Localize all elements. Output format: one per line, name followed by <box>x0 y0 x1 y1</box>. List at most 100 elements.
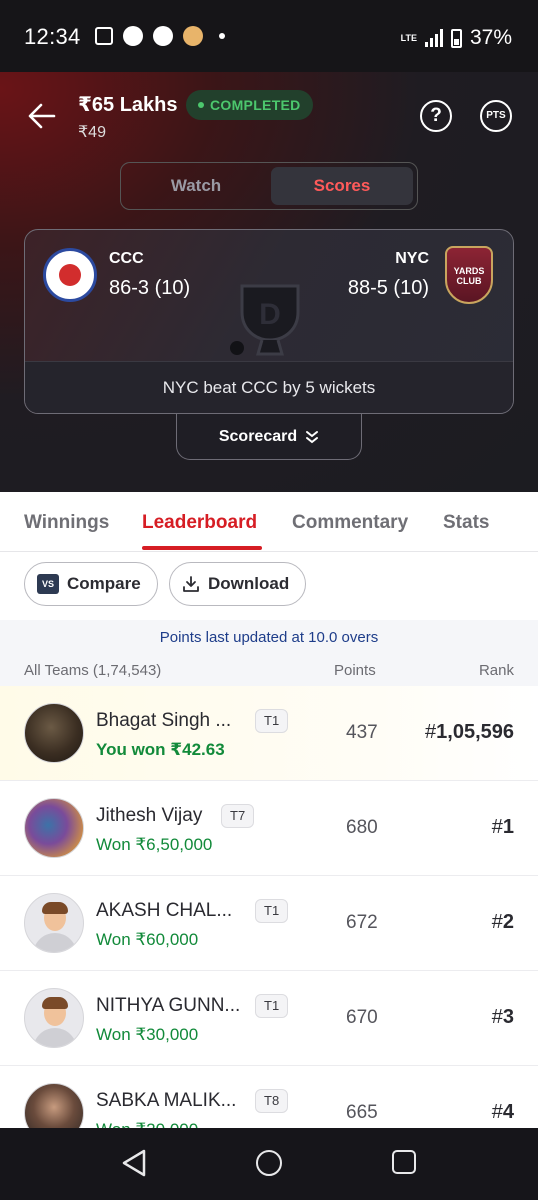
download-button[interactable]: Download <box>169 562 307 606</box>
active-tab-indicator <box>142 546 262 550</box>
avatar <box>24 893 84 953</box>
team-a-score: 86-3 (10) <box>109 277 191 299</box>
winnings-amount: Won ₹30,000 <box>96 1025 199 1044</box>
watch-scores-toggle: Watch Scores <box>120 162 418 210</box>
team-a-name: CCC <box>109 250 144 267</box>
trophy-icon: D <box>230 284 300 356</box>
winnings-amount: Won ₹60,000 <box>96 930 199 949</box>
contest-tabs: Winnings Leaderboard Commentary Stats <box>0 492 538 552</box>
tab-winnings[interactable]: Winnings <box>24 512 109 534</box>
leaderboard-row[interactable]: NITHYA GUNN... T1 Won ₹30,000 670 #3 <box>0 971 538 1066</box>
rank-number: 3 <box>502 1006 514 1028</box>
notification-icons <box>95 26 225 46</box>
nav-recents-icon[interactable] <box>392 1150 416 1174</box>
download-label: Download <box>208 574 290 593</box>
team-b-name: NYC <box>395 250 429 267</box>
leaderboard-row-own-team[interactable]: Bhagat Singh ... T1 You won ₹42.63 437 #… <box>0 686 538 781</box>
rank-number: 1 <box>502 816 514 838</box>
signal-icon <box>424 29 443 47</box>
status-dot-icon <box>198 102 204 108</box>
leaderboard-row[interactable]: Jithesh Vijay T7 Won ₹6,50,000 680 #1 <box>0 781 538 876</box>
svg-text:D: D <box>259 298 281 331</box>
player-name: SABKA MALIK... <box>96 1090 237 1111</box>
status-time: 12:34 <box>24 24 81 49</box>
points-column-header: Points <box>334 662 376 679</box>
watch-tab[interactable]: Watch <box>125 167 267 205</box>
rank-prefix: # <box>425 721 437 743</box>
nav-back-icon[interactable] <box>120 1148 148 1178</box>
tab-commentary[interactable]: Commentary <box>292 512 408 534</box>
rank-value: #3 <box>492 1006 514 1029</box>
points-value: 670 <box>346 1007 378 1028</box>
tab-stats[interactable]: Stats <box>443 512 489 534</box>
chevron-double-down-icon <box>306 430 319 443</box>
notification-app-icon <box>95 27 113 45</box>
more-notifications-dot <box>219 33 225 39</box>
nyc-logo-text: YARDS CLUB <box>453 266 485 286</box>
status-right: LTE 37% <box>401 26 512 50</box>
rank-value: #1 <box>492 816 514 839</box>
match-result: NYC beat CCC by 5 wickets <box>25 361 513 413</box>
points-value: 437 <box>346 722 378 743</box>
team-tag: T1 <box>255 994 289 1018</box>
rank-value: #1,05,596 <box>425 721 514 744</box>
points-updated-note: Points last updated at 10.0 overs <box>0 620 538 656</box>
winnings-amount: You won ₹42.63 <box>96 740 225 759</box>
rank-prefix: # <box>491 816 503 838</box>
status-bar: 12:34 LTE 37% <box>0 0 538 72</box>
compare-button[interactable]: VS Compare <box>24 562 158 606</box>
ccc-team-logo <box>43 248 97 302</box>
team-tag: T7 <box>221 804 255 828</box>
scores-tab[interactable]: Scores <box>271 167 413 205</box>
leaderboard-row[interactable]: AKASH CHAL... T1 Won ₹60,000 672 #2 <box>0 876 538 971</box>
versus-icon: VS <box>37 574 59 594</box>
app-root: 12:34 LTE 37% ₹65 Lakhs COMPLETED ₹49 ? … <box>0 0 538 1200</box>
match-score-card: CCC 86-3 (10) D NYC 88-5 (10) YARDS CLUB… <box>24 229 514 414</box>
scorecard-label: Scorecard <box>218 427 298 445</box>
system-navigation-bar <box>0 1128 538 1200</box>
rank-column-header: Rank <box>478 662 514 679</box>
points-value: 665 <box>346 1102 378 1123</box>
leaderboard-header: All Teams (1,74,543) Points Rank <box>0 656 538 686</box>
rank-prefix: # <box>491 1101 503 1123</box>
status-badge-label: COMPLETED <box>210 97 301 113</box>
rank-prefix: # <box>491 911 503 933</box>
notification-app-icon <box>123 26 143 46</box>
rank-number: 4 <box>502 1101 514 1123</box>
help-icon[interactable]: ? <box>420 100 452 132</box>
contest-header: ₹65 Lakhs COMPLETED ₹49 ? PTS <box>0 88 538 148</box>
team-tag: T1 <box>255 709 289 733</box>
rank-prefix: # <box>491 1006 503 1028</box>
team-tag: T8 <box>255 1089 289 1113</box>
player-name: AKASH CHAL... <box>96 900 233 921</box>
back-arrow-icon[interactable] <box>28 102 56 130</box>
download-icon <box>183 576 199 592</box>
notification-app-icon <box>153 26 173 46</box>
points-value: 672 <box>346 912 378 933</box>
nav-home-icon[interactable] <box>256 1150 282 1176</box>
rank-number: 1,05,596 <box>436 721 514 743</box>
all-teams-count: All Teams (1,74,543) <box>24 662 162 679</box>
scorecard-button[interactable]: Scorecard <box>176 414 362 460</box>
tab-leaderboard[interactable]: Leaderboard <box>142 512 257 534</box>
winnings-amount: Won ₹6,50,000 <box>96 835 213 854</box>
rank-number: 2 <box>502 911 514 933</box>
network-type-icon: LTE <box>400 32 417 43</box>
battery-icon <box>450 28 462 48</box>
team-tag: T1 <box>255 899 289 923</box>
rank-value: #2 <box>492 911 514 934</box>
points-value: 680 <box>346 817 378 838</box>
leaderboard-actions: VS Compare Download <box>0 552 538 620</box>
battery-level: 37% <box>469 26 512 49</box>
avatar <box>24 798 84 858</box>
compare-label: Compare <box>67 574 141 593</box>
player-name: Bhagat Singh ... <box>96 710 232 731</box>
player-name: Jithesh Vijay <box>96 805 203 826</box>
avatar <box>24 703 84 763</box>
points-system-icon[interactable]: PTS <box>480 100 512 132</box>
rank-value: #4 <box>492 1101 514 1124</box>
player-name: NITHYA GUNN... <box>96 995 241 1016</box>
team-b-score: 88-5 (10) <box>347 277 429 299</box>
entry-fee: ₹49 <box>78 124 106 141</box>
notification-app-icon <box>183 26 203 46</box>
